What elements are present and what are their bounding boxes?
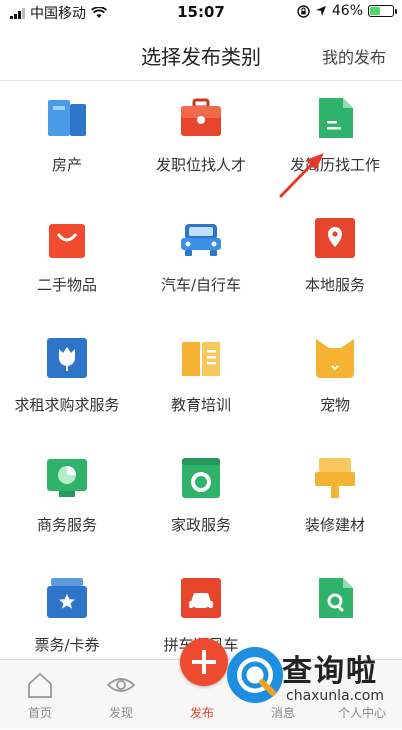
plus-icon [192,650,216,674]
category-post-job[interactable]: 发职位找人才 [134,82,268,202]
pie-chart-icon [47,459,87,497]
category-label: 商务服务 [36,516,97,534]
annotation-arrow-icon [279,153,324,198]
category-education[interactable]: 教育培训 [134,322,268,442]
category-label: 宠物 [319,396,350,414]
location-arrow-icon [315,6,326,16]
ticket-icon [47,578,87,618]
category-label: 家政服务 [170,516,231,534]
lock-rotation-icon [297,4,310,18]
search-doc-icon [319,578,353,618]
category-label: 汽车/自行车 [160,276,242,294]
category-label: 装修建材 [304,516,365,534]
watermark-domain: chaxunla.com [286,688,384,704]
publish-plus-button[interactable] [180,638,228,686]
cat-icon [316,339,354,378]
category-label: 求租求购求服务 [14,396,120,414]
category-decoration[interactable]: 装修建材 [268,442,402,562]
building-icon [48,100,86,136]
document-icon [319,98,353,138]
location-pin-icon [315,218,355,258]
category-pets[interactable]: 宠物 [268,322,402,442]
watermark-name: 查询啦 [282,654,378,689]
category-label: 本地服务 [304,276,365,294]
category-local-services[interactable]: 本地服务 [268,202,402,322]
home-icon [28,672,52,698]
car-icon [181,224,221,256]
tab-discover[interactable]: 发现 [81,660,161,730]
category-label: 二手物品 [36,276,97,294]
washing-machine-icon [182,458,220,498]
tab-label: 发现 [108,706,133,720]
category-label: 房产 [51,156,82,174]
category-vehicles[interactable]: 汽车/自行车 [134,202,268,322]
category-label: 教育培训 [170,396,231,414]
category-label: 发职位找人才 [155,156,246,174]
tab-home[interactable]: 首页 [0,660,80,730]
battery-icon [368,5,397,17]
category-label: 票务/卡券 [34,636,100,654]
book-icon [182,342,220,376]
my-posts-button[interactable]: 我的发布 [322,44,386,68]
tab-label: 首页 [27,706,52,720]
category-business[interactable]: 商务服务 [0,442,134,562]
header: 选择发布类别 我的发布 [0,26,402,81]
category-housekeeping[interactable]: 家政服务 [134,442,268,562]
category-wanted[interactable]: 求租求购求服务 [0,322,134,442]
category-house[interactable]: 房产 [0,82,134,202]
brush-icon [315,458,355,498]
briefcase-icon [181,98,221,136]
eye-icon [106,678,136,692]
category-second-hand[interactable]: 二手物品 [0,202,134,322]
shopping-bag-icon [49,224,85,258]
tulip-icon [47,338,87,378]
battery-percent: 46% [331,3,363,19]
carpool-icon [181,578,221,618]
status-bar: 中国移动 15:07 46% [0,0,402,26]
